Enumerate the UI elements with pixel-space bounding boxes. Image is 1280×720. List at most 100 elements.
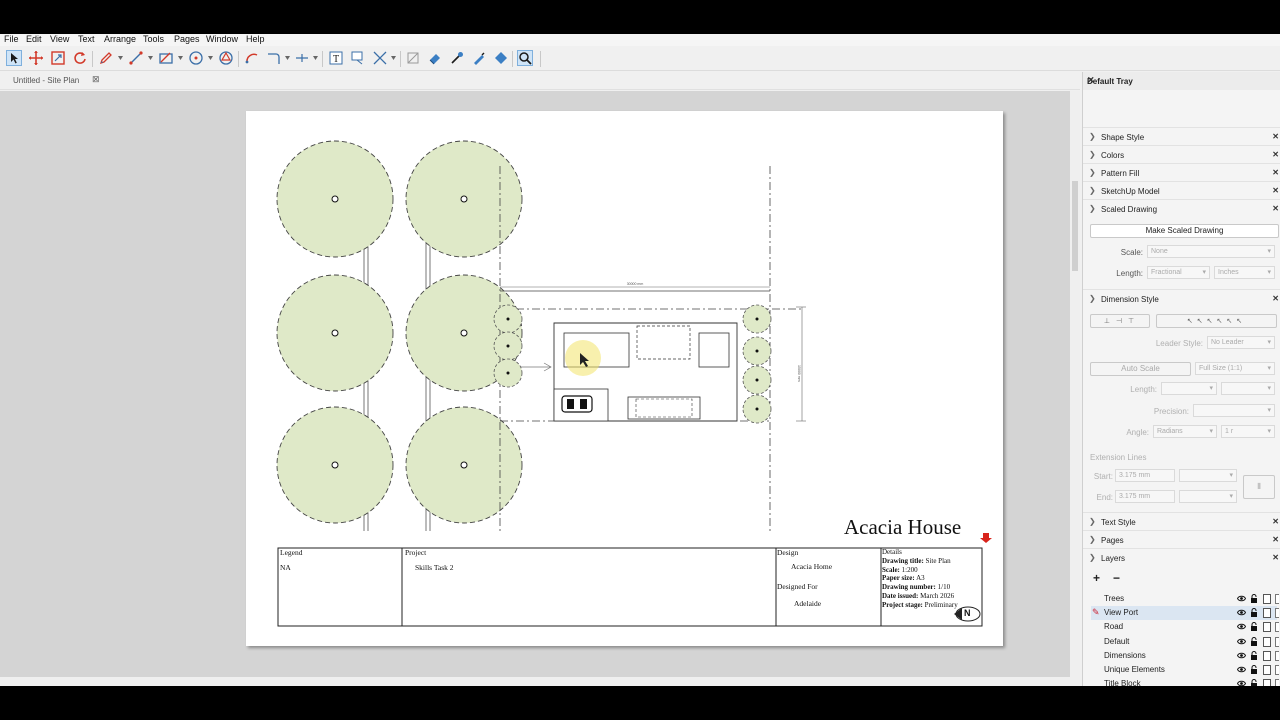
layer-name[interactable]: Road (1104, 622, 1123, 631)
scale-tool-icon[interactable] (50, 50, 66, 66)
chevron-down-icon[interactable] (285, 56, 290, 60)
section-layers[interactable]: ❯ Layers ✕ (1083, 548, 1280, 566)
vertical-scrollbar[interactable] (1070, 91, 1080, 677)
dimension-arrow-style-group[interactable]: ↖↖↖↖↖↖ (1156, 314, 1277, 328)
select-tool-icon[interactable] (6, 50, 22, 66)
polygon-tool-icon[interactable] (218, 50, 234, 66)
page-layer-icon[interactable] (1275, 650, 1279, 661)
circle-tool-icon[interactable] (188, 50, 204, 66)
pencil-tool-icon[interactable] (98, 50, 114, 66)
arc-tool-icon[interactable] (244, 50, 260, 66)
length-format-dropdown[interactable]: Fractional (1147, 266, 1210, 279)
chevron-down-icon[interactable] (313, 56, 318, 60)
line-tool-icon[interactable] (128, 50, 144, 66)
close-icon[interactable]: ✕ (1272, 517, 1279, 526)
offset-tool-icon[interactable] (266, 50, 282, 66)
eye-icon[interactable] (1236, 623, 1247, 632)
tree-large[interactable] (276, 406, 394, 524)
hedge-tree[interactable] (742, 336, 772, 366)
extension-end-input[interactable]: 3.175 mm (1115, 490, 1175, 503)
hedge-tree[interactable] (493, 358, 523, 388)
remove-layer-button[interactable]: − (1113, 571, 1120, 585)
close-icon[interactable]: ✕ (1272, 294, 1279, 303)
rotate-tool-icon[interactable] (72, 50, 88, 66)
layer-row[interactable]: Road (1091, 620, 1279, 634)
text-tool-icon[interactable]: T (328, 50, 344, 66)
hedge-tree[interactable] (742, 365, 772, 395)
eye-icon[interactable] (1236, 595, 1247, 604)
length-units-dropdown[interactable]: Inches (1214, 266, 1275, 279)
chevron-down-icon[interactable] (391, 56, 396, 60)
drawing-title[interactable]: Acacia House (844, 515, 961, 540)
menu-help[interactable]: Help (246, 34, 265, 45)
extension-start-dropdown[interactable] (1179, 469, 1237, 482)
chevron-down-icon[interactable] (148, 56, 153, 60)
link-extension-lines-button[interactable]: ⫴ (1243, 475, 1275, 499)
close-icon[interactable]: ✕ (1272, 535, 1279, 544)
layer-row[interactable]: Default (1091, 635, 1279, 649)
precision-dropdown[interactable] (1193, 404, 1275, 417)
layer-row[interactable]: Dimensions (1091, 649, 1279, 663)
rectangle-tool-icon[interactable] (158, 50, 174, 66)
eye-icon[interactable] (1236, 652, 1247, 661)
menu-edit[interactable]: Edit (26, 34, 42, 45)
lock-icon[interactable] (1250, 636, 1258, 648)
close-icon[interactable]: ✕ (1087, 75, 1279, 86)
extension-end-dropdown[interactable] (1179, 490, 1237, 503)
tree-large[interactable] (405, 406, 523, 524)
layer-name[interactable]: Default (1104, 637, 1129, 646)
hedge-tree[interactable] (493, 331, 523, 361)
chevron-down-icon[interactable] (178, 56, 183, 60)
close-icon[interactable]: ✕ (1272, 150, 1279, 159)
dimension-length-units-dropdown[interactable] (1221, 382, 1275, 395)
layer-name[interactable]: Trees (1104, 594, 1124, 603)
style-tool-icon[interactable] (471, 50, 487, 66)
hedge-tree[interactable] (742, 394, 772, 424)
horizontal-scrollbar[interactable] (0, 677, 1080, 686)
angle-precision-dropdown[interactable]: 1 r (1221, 425, 1275, 438)
layer-row[interactable]: Trees (1091, 592, 1279, 606)
make-scaled-drawing-button[interactable]: Make Scaled Drawing (1090, 224, 1279, 238)
label-tool-icon[interactable] (350, 50, 366, 66)
lock-icon[interactable] (1250, 608, 1258, 619)
layer-name[interactable]: Dimensions (1104, 651, 1146, 660)
close-icon[interactable]: ✕ (1272, 168, 1279, 177)
close-icon[interactable]: ✕ (1272, 132, 1279, 141)
layer-row[interactable]: Unique Elements (1091, 663, 1279, 677)
shared-layer-icon[interactable] (1263, 594, 1271, 604)
lock-icon[interactable] (1250, 622, 1258, 633)
menu-tools[interactable]: Tools (143, 34, 164, 45)
close-tab-icon[interactable]: ⊠ (92, 74, 100, 85)
page-layer-icon[interactable] (1275, 594, 1279, 604)
eye-icon[interactable] (1236, 666, 1247, 675)
tree-large[interactable] (405, 140, 523, 258)
angle-units-dropdown[interactable]: Radians (1153, 425, 1217, 438)
menu-file[interactable]: File (4, 34, 19, 45)
eyedropper-tool-icon[interactable] (449, 50, 465, 66)
paper-page[interactable]: 30000 mm 15000 mm Acacia House Legend NA… (246, 111, 1003, 646)
menu-arrange[interactable]: Arrange (104, 34, 136, 45)
split-tool-icon[interactable] (294, 50, 310, 66)
menu-text[interactable]: Text (78, 34, 95, 45)
extension-start-input[interactable]: 3.175 mm (1115, 469, 1175, 482)
page-layer-icon[interactable] (1275, 622, 1279, 633)
section-colors[interactable]: ❯ Colors ✕ (1083, 145, 1280, 163)
close-icon[interactable]: ✕ (1272, 186, 1279, 195)
section-shape-style[interactable]: ❯ Shape Style ✕ (1083, 127, 1280, 145)
section-dimension-style[interactable]: ❯ Dimension Style ✕ (1083, 289, 1280, 307)
page-layer-icon[interactable] (1275, 608, 1279, 619)
chevron-down-icon[interactable] (208, 56, 213, 60)
leader-style-dropdown[interactable]: No Leader (1207, 336, 1275, 349)
pan-tool-icon[interactable] (28, 50, 44, 66)
close-icon[interactable]: ✕ (1272, 204, 1279, 213)
shared-layer-icon[interactable] (1263, 650, 1271, 661)
section-sketchup-model[interactable]: ❯ SketchUp Model ✕ (1083, 181, 1280, 199)
menu-pages[interactable]: Pages (174, 34, 200, 45)
shared-layer-icon[interactable] (1263, 636, 1271, 647)
layer-name[interactable]: View Port (1104, 608, 1138, 617)
lock-icon[interactable] (1250, 594, 1258, 605)
drawing-canvas[interactable]: 30000 mm 15000 mm Acacia House Legend NA… (0, 91, 1070, 677)
section-scaled-drawing[interactable]: ❯ Scaled Drawing ✕ (1083, 199, 1280, 217)
hedge-tree[interactable] (742, 304, 772, 334)
scrollbar-thumb[interactable] (1072, 181, 1078, 271)
